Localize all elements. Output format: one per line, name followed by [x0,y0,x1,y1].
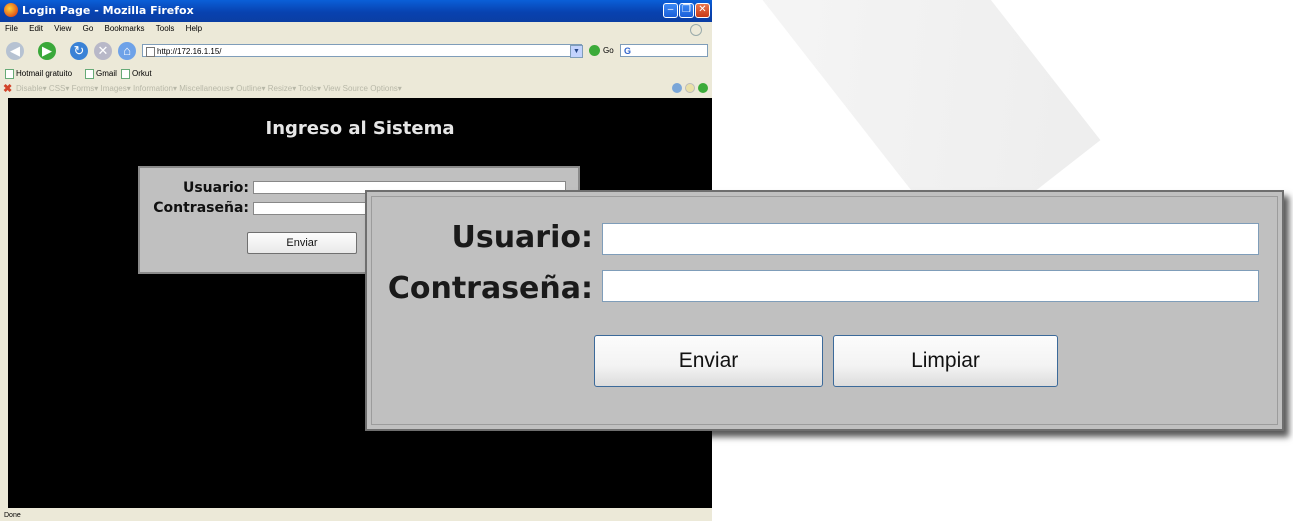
navigation-toolbar: ◀ ▶ ↻ ✕ ⌂ http://172.16.1.15/ ▼ Go G [0,38,712,64]
address-url: http://172.16.1.15/ [157,47,222,56]
title-bar[interactable]: Login Page - Mozilla Firefox – ❐ ✕ [0,0,712,22]
page-title: Ingreso al Sistema [265,118,455,139]
menu-help[interactable]: Help [186,22,202,36]
window-title: Login Page - Mozilla Firefox [22,4,194,17]
throbber-icon [690,24,702,36]
menu-file[interactable]: File [5,22,18,36]
menu-edit[interactable]: Edit [29,22,43,36]
bookmark-gmail[interactable]: Gmail [84,67,117,80]
zoom-usuario-input[interactable] [602,223,1259,255]
password-label: Contraseña: [153,200,249,216]
close-icon[interactable]: ✕ [695,3,710,18]
zoom-reset-button[interactable]: Limpiar [833,335,1058,387]
bookmark-orkut[interactable]: Orkut [120,67,152,80]
address-bar[interactable]: http://172.16.1.15/ [142,44,582,57]
home-icon[interactable]: ⌂ [118,42,136,60]
menu-bar: File Edit View Go Bookmarks Tools Help [0,22,712,36]
firefox-logo-icon [4,3,18,17]
zoom-password-label: Contraseña: [387,271,593,306]
go-label[interactable]: Go [603,46,614,55]
back-arrow-icon[interactable]: ◀ [6,42,24,60]
google-search-input[interactable]: G [620,44,708,57]
menu-go[interactable]: Go [83,22,94,36]
bookmark-hotmail[interactable]: Hotmail gratuito [4,67,72,80]
zoom-submit-button[interactable]: Enviar [594,335,823,387]
minimize-icon[interactable]: – [663,3,678,18]
web-developer-toolbar: ✖ Disable▾ CSS▾ Forms▾ Images▾ Informati… [0,82,712,96]
menu-bookmarks[interactable]: Bookmarks [105,22,145,36]
zoom-usuario-label: Usuario: [451,220,593,255]
close-toolbar-icon[interactable]: ✖ [3,82,12,95]
menu-view[interactable]: View [54,22,71,36]
zoom-password-input[interactable] [602,270,1259,302]
menu-tools[interactable]: Tools [156,22,175,36]
forward-arrow-icon[interactable]: ▶ [38,42,56,60]
info-icon[interactable] [685,83,695,93]
reload-icon[interactable]: ↻ [70,42,88,60]
url-dropdown-icon[interactable]: ▼ [570,45,583,58]
status-ok-icon [698,83,708,93]
usuario-label: Usuario: [182,180,249,196]
submit-button[interactable]: Enviar [247,232,357,254]
go-arrow-icon[interactable] [589,45,600,56]
bookmarks-toolbar: Hotmail gratuito Gmail Orkut [0,66,712,80]
maximize-icon[interactable]: ❐ [679,3,694,18]
status-bar: Done [4,512,21,519]
zoomed-login-form: Usuario: Contraseña: Enviar Limpiar [365,190,1284,431]
page-icon [146,47,155,57]
validate-icon[interactable] [672,83,682,93]
devbar-items[interactable]: Disable▾ CSS▾ Forms▾ Images▾ Information… [16,84,402,93]
stop-icon[interactable]: ✕ [94,42,112,60]
